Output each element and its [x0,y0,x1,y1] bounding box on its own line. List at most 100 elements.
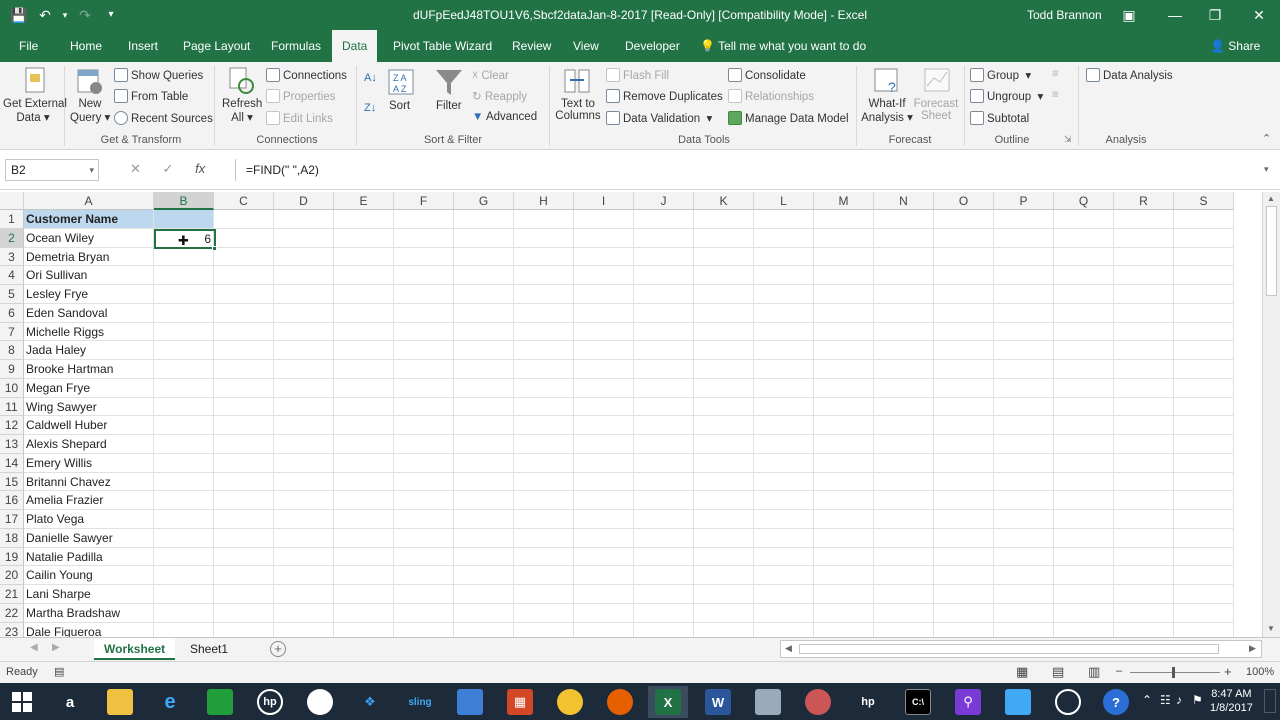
grid-cell[interactable] [1054,303,1114,323]
grid-cell[interactable] [874,378,934,398]
grid-cell[interactable] [814,285,874,304]
grid-cell[interactable] [814,547,874,567]
hp-support-icon[interactable]: hp [848,686,888,718]
grid-cell[interactable] [814,453,874,473]
minimize-icon[interactable]: — [1160,4,1190,26]
grid-cell[interactable] [1114,266,1174,285]
grid-cell[interactable] [394,285,454,304]
grid-cell[interactable] [514,491,574,510]
grid-cell[interactable] [634,472,694,492]
grid-cell[interactable] [694,360,754,379]
grid-cell[interactable] [454,472,514,492]
macro-record-icon[interactable]: ▤ [54,665,64,678]
grid-cell[interactable] [514,210,574,229]
show-queries-button[interactable]: Show Queries [114,68,203,82]
grid-cell[interactable] [934,416,994,435]
grid-cell[interactable] [574,266,634,285]
customer-name-cell[interactable]: Demetria Bryan [24,247,154,267]
customer-name-cell[interactable]: Ocean Wiley [24,228,154,248]
grid-cell[interactable] [754,303,814,323]
grid-cell[interactable] [1114,285,1174,304]
share-button[interactable]: 👤 Share [1204,36,1266,56]
camera-icon[interactable] [300,686,340,718]
grid-cell[interactable] [694,435,754,454]
grid-cell[interactable] [1174,603,1234,623]
grid-cell[interactable] [994,453,1054,473]
grid-cell[interactable] [1114,510,1174,529]
close-icon[interactable]: ✕ [1244,4,1274,26]
reapply-button[interactable]: ↻ Reapply [472,89,527,103]
grid-cell[interactable] [634,491,694,510]
grid-cell[interactable] [994,397,1054,417]
grid-cell[interactable] [1174,491,1234,510]
column-header-o[interactable]: O [934,192,994,210]
grid-cell[interactable] [514,360,574,379]
grid-cell[interactable] [574,453,634,473]
grid-cell[interactable] [514,435,574,454]
grid-cell[interactable] [514,322,574,342]
row-header[interactable]: 9 [0,360,24,379]
grid-cell[interactable] [334,322,394,342]
grid-cell[interactable] [694,303,754,323]
grid-cell[interactable] [394,303,454,323]
zoom-out-icon[interactable]: – [1116,665,1122,677]
zoom-slider-thumb[interactable] [1172,667,1175,678]
grid-cell[interactable] [694,322,754,342]
column-header-h[interactable]: H [514,192,574,210]
grid-cell[interactable] [514,397,574,417]
grid-cell[interactable] [934,435,994,454]
hide-detail-icon[interactable]: ≡ [1052,89,1059,101]
advanced-button[interactable]: ▼ Advanced [472,111,537,123]
grid-cell[interactable] [334,547,394,567]
grid-cell[interactable] [1054,322,1114,342]
snipping-tool-icon[interactable] [798,686,838,718]
grid-cell[interactable] [634,266,694,285]
customer-name-cell[interactable]: Lani Sharpe [24,585,154,604]
row-header[interactable]: 5 [0,285,24,304]
grid-cell[interactable] [214,378,274,398]
grid-cell[interactable] [994,303,1054,323]
grid-cell[interactable] [1114,435,1174,454]
grid-cell[interactable] [694,585,754,604]
grid-cell[interactable] [814,435,874,454]
grid-cell[interactable] [274,603,334,623]
grid-cell[interactable] [514,341,574,360]
grid-cell[interactable] [934,510,994,529]
grid-cell[interactable] [994,247,1054,267]
grid-cell[interactable] [754,622,814,637]
grid-cell[interactable] [454,322,514,342]
grid-cell[interactable] [754,453,814,473]
grid-cell[interactable] [214,603,274,623]
grid-cell[interactable] [694,472,754,492]
grid-cell[interactable] [214,510,274,529]
column-header-j[interactable]: J [634,192,694,210]
customer-name-cell[interactable]: Jada Haley [24,341,154,360]
grid-cell[interactable] [454,285,514,304]
grid-cell[interactable] [514,472,574,492]
grid-cell[interactable] [874,247,934,267]
grid-cell[interactable] [1054,472,1114,492]
grid-cell[interactable] [874,266,934,285]
normal-view-icon[interactable]: ▦ [1016,664,1028,680]
grid-cell[interactable] [814,228,874,248]
grid-cell[interactable] [1054,453,1114,473]
tab-pivot-table-wizard[interactable]: Pivot Table Wizard [383,30,502,62]
firefox-icon[interactable] [600,686,640,718]
cancel-icon[interactable]: ✕ [130,161,141,176]
grid-cell[interactable] [514,247,574,267]
new-query-button[interactable]: New Query ▾ [70,98,110,124]
row-header[interactable]: 15 [0,472,24,492]
grid-cell[interactable] [934,547,994,567]
grid-cell[interactable] [754,378,814,398]
grid-cell[interactable] [154,378,214,398]
grid-cell[interactable] [934,622,994,637]
grid-cell[interactable] [154,435,214,454]
vertical-scroll-thumb[interactable] [1266,206,1277,296]
grid-cell[interactable] [214,322,274,342]
word-taskbar-icon[interactable]: W [698,686,738,718]
grid-cell[interactable] [814,247,874,267]
grid-cell[interactable] [634,341,694,360]
grid-cell[interactable] [334,210,394,229]
grid-cell[interactable] [514,566,574,585]
grid-cell[interactable] [754,360,814,379]
